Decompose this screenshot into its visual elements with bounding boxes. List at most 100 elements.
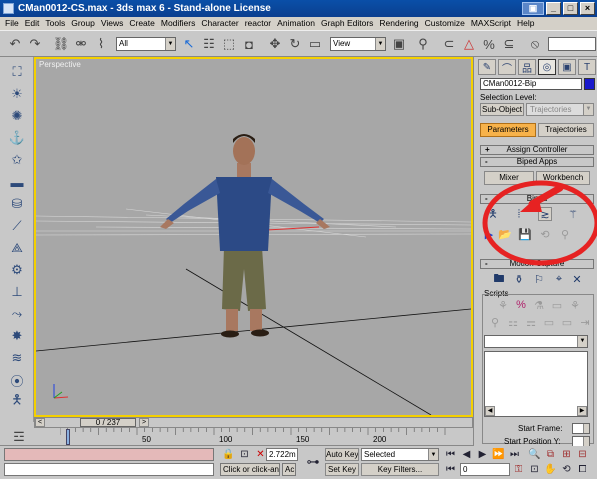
zoom-icon[interactable]: 🔍 <box>528 448 541 461</box>
select-object-icon[interactable]: ↖ <box>180 35 198 53</box>
motion-flow-mode-icon[interactable]: ≳ <box>538 207 552 221</box>
maximize-button[interactable]: □ <box>563 2 578 15</box>
track-bar[interactable]: ☲ 50 100 150 200 <box>0 428 473 446</box>
compound-icon[interactable]: ⛁ <box>8 195 26 213</box>
menu-character[interactable]: Character <box>198 17 241 30</box>
menu-help[interactable]: Help <box>514 17 537 30</box>
bind-space-warp-icon[interactable]: ⌇ <box>92 35 110 53</box>
zoom-extents-icon[interactable]: ⊞ <box>560 448 573 461</box>
time-next-button[interactable]: > <box>139 418 149 427</box>
shapes-icon[interactable]: ▬ <box>8 173 26 191</box>
window-crossing-icon[interactable]: ◘ <box>240 35 258 53</box>
snap-toggle-icon[interactable]: ⊂ <box>440 35 458 53</box>
menu-graph-editors[interactable]: Graph Editors <box>318 17 376 30</box>
object-name-field[interactable]: CMan0012-Bip <box>480 78 582 90</box>
wave-icon[interactable]: ≋ <box>8 349 26 367</box>
undo-icon[interactable]: ↶ <box>6 35 24 53</box>
close-button[interactable]: × <box>580 2 595 15</box>
redo-icon[interactable]: ↷ <box>26 35 44 53</box>
key-filters-button[interactable]: Key Filters... <box>361 463 439 476</box>
hierarchy-tab-icon[interactable]: 品 <box>518 59 536 75</box>
select-link-icon[interactable]: ⛓ <box>52 35 70 53</box>
load-file-icon[interactable]: 📂 <box>498 227 512 241</box>
spinner-snap-icon[interactable]: ⊆ <box>500 35 518 53</box>
extra-window-button[interactable]: ▣ <box>522 2 544 15</box>
biped-character[interactable] <box>160 134 330 338</box>
script-percent-icon[interactable]: % <box>514 298 528 312</box>
reactor-icon[interactable]: ✸ <box>8 327 26 345</box>
bones-icon[interactable]: ⟋ <box>8 217 26 235</box>
menu-group[interactable]: Group <box>68 17 98 30</box>
maxscript-input[interactable] <box>4 463 214 476</box>
absolute-mode-icon[interactable]: ⊡ <box>238 448 251 461</box>
viewport-label[interactable]: Perspective <box>39 60 81 69</box>
time-prev-button[interactable]: < <box>35 418 45 427</box>
maximize-viewport-icon[interactable]: ⧠ <box>576 463 589 476</box>
object-color-swatch[interactable] <box>584 78 595 90</box>
save-file-icon[interactable]: 💾 <box>518 227 532 241</box>
named-selection-icon[interactable]: ⦸ <box>526 35 544 53</box>
goto-end-icon[interactable]: ⏭ <box>508 448 521 461</box>
character-icon[interactable]: 🯅 <box>8 392 26 411</box>
modifier-icon[interactable]: ⚙ <box>8 261 26 279</box>
prev-frame-icon[interactable]: ◀ <box>460 448 473 461</box>
sub-object-button[interactable]: Sub-Object <box>480 103 524 116</box>
track-view-icon[interactable]: ☲ <box>10 428 28 446</box>
time-slider-thumb[interactable]: 0 / 237 <box>80 418 136 427</box>
motion-tab-icon[interactable]: ◎ <box>538 59 556 75</box>
scroll-right-icon[interactable]: ▶ <box>577 406 587 416</box>
menu-rendering[interactable]: Rendering <box>376 17 421 30</box>
mixer-mode-icon[interactable]: ⚚ <box>566 207 580 221</box>
convert-motion-icon[interactable]: ⚱ <box>512 272 526 286</box>
zoom-extents-all-icon[interactable]: ⊟ <box>576 448 589 461</box>
pan-icon[interactable]: ✋ <box>544 463 557 476</box>
trajectories-dropdown[interactable]: Trajectories ▼ <box>526 103 594 116</box>
menu-animation[interactable]: Animation <box>274 17 318 30</box>
start-frame-spinner[interactable] <box>572 423 590 434</box>
rollout-biped[interactable]: - Biped <box>480 194 594 204</box>
current-frame-field[interactable]: 0 <box>460 463 510 476</box>
coord-x-field[interactable]: 2.722m <box>266 448 298 461</box>
time-slider[interactable]: < 0 / 237 > <box>34 417 473 428</box>
region-zoom-icon[interactable]: ⊡ <box>528 463 541 476</box>
key-mode-toggle-icon[interactable]: ⏮ <box>444 463 457 476</box>
script-dropdown[interactable]: ▼ <box>484 335 588 348</box>
workbench-button[interactable]: Workbench <box>536 171 590 185</box>
motion-icon[interactable]: ⤳ <box>8 305 26 323</box>
current-frame-marker[interactable] <box>66 429 70 445</box>
auto-key-button[interactable]: Auto Key <box>325 448 359 461</box>
percent-snap-icon[interactable]: % <box>480 35 498 53</box>
helpers-icon[interactable]: ⚓ <box>8 129 26 147</box>
menu-maxscript[interactable]: MAXScript <box>468 17 514 30</box>
lights-icon[interactable]: ☀ <box>8 85 26 103</box>
mixer-button[interactable]: Mixer <box>484 171 534 185</box>
menu-reactor[interactable]: reactor <box>242 17 274 30</box>
script-list[interactable]: ◀ ▶ <box>484 351 588 417</box>
menu-file[interactable]: File <box>2 17 22 30</box>
rollout-biped-apps[interactable]: - Biped Apps <box>480 157 594 167</box>
ik-icon[interactable]: ⟁ <box>8 239 26 257</box>
next-frame-icon[interactable]: ⏩ <box>492 448 505 461</box>
figure-mode-icon[interactable]: 🯅 <box>486 207 500 221</box>
parameters-tab[interactable]: Parameters <box>480 123 536 137</box>
selection-filter-dropdown[interactable]: All ▼ <box>116 37 176 51</box>
perspective-viewport[interactable]: Perspective <box>34 57 473 417</box>
maxscript-listener-field[interactable] <box>4 448 214 461</box>
minimize-button[interactable]: _ <box>546 2 561 15</box>
create-objects-icon[interactable]: ⛶ <box>8 63 26 81</box>
rollout-motion-capture[interactable]: - Motion Capture <box>480 259 594 269</box>
scale-icon[interactable]: ▭ <box>306 35 324 53</box>
key-mode-dropdown[interactable]: Selected ▼ <box>361 448 439 461</box>
menu-views[interactable]: Views <box>98 17 127 30</box>
pivot-center-icon[interactable]: ▣ <box>390 35 408 53</box>
set-key-button[interactable]: Set Key <box>325 463 359 476</box>
biped-playback-icon[interactable]: ▶ <box>482 227 496 241</box>
menu-edit[interactable]: Edit <box>22 17 43 30</box>
unlink-icon[interactable]: ⚮ <box>72 35 90 53</box>
lock-icon[interactable]: 🔒 <box>222 448 235 461</box>
scroll-left-icon[interactable]: ◀ <box>485 406 495 416</box>
move-icon[interactable]: ✥ <box>266 35 284 53</box>
create-tab-icon[interactable]: ✎ <box>478 59 496 75</box>
angle-snap-icon[interactable]: △ <box>460 35 478 53</box>
arc-rotate-icon[interactable]: ⟲ <box>560 463 573 476</box>
